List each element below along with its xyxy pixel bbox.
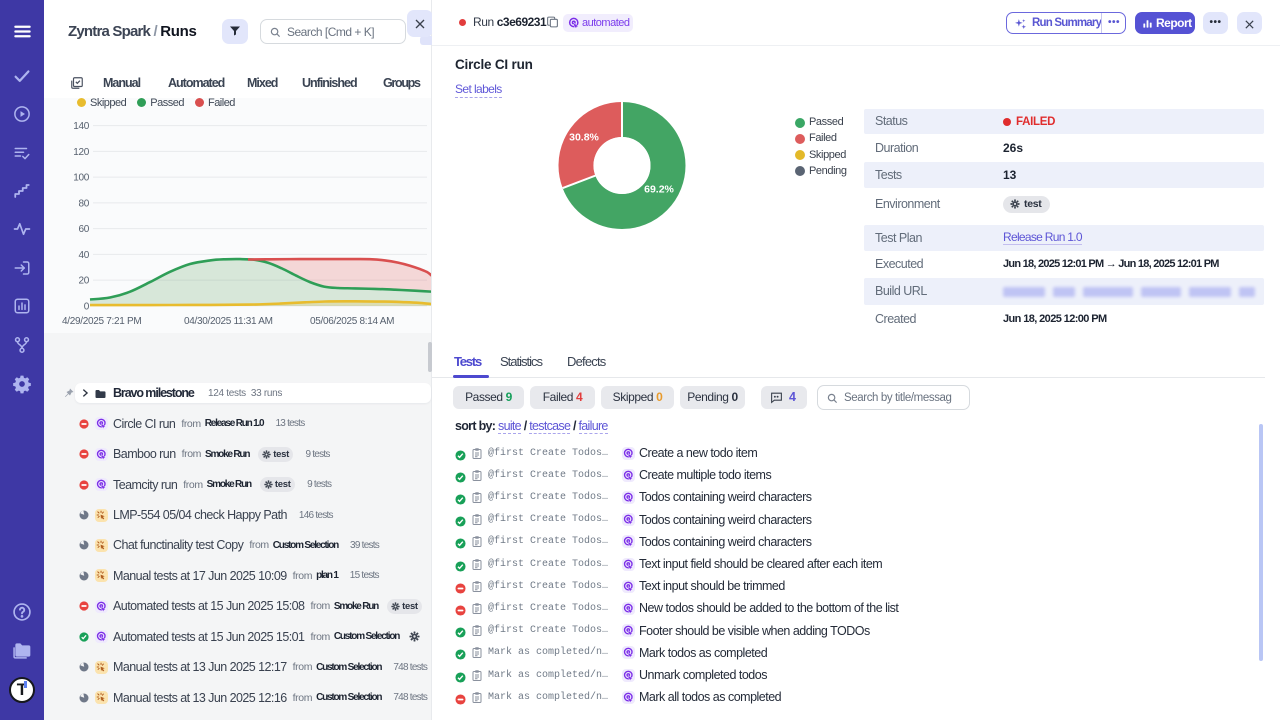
svg-text:69.2%: 69.2% [644, 184, 674, 196]
svg-text:20: 20 [78, 276, 89, 287]
svg-text:60: 60 [78, 224, 89, 235]
svg-text:40: 40 [78, 250, 89, 261]
svg-text:100: 100 [73, 173, 90, 184]
svg-text:120: 120 [73, 147, 90, 158]
svg-text:140: 140 [73, 121, 90, 132]
svg-text:30.8%: 30.8% [569, 132, 599, 144]
svg-text:0: 0 [84, 302, 90, 313]
svg-text:80: 80 [78, 199, 89, 210]
